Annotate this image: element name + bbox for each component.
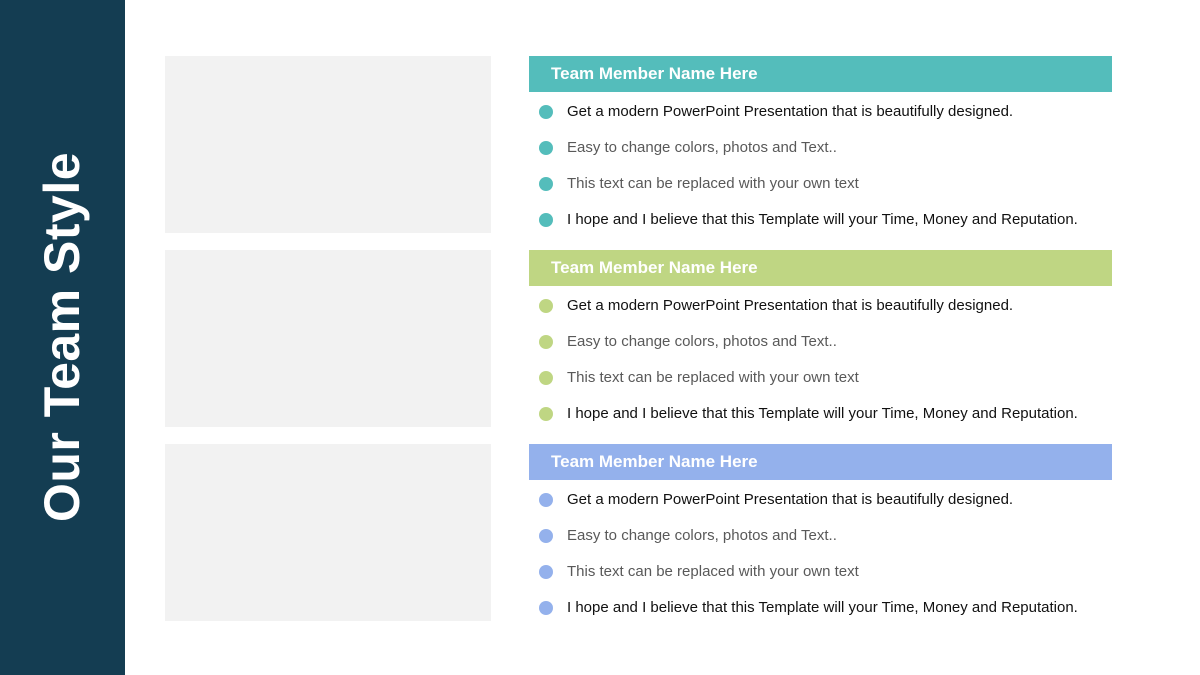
bullet-dot-icon: [539, 493, 553, 507]
bullet-dot-icon: [539, 299, 553, 313]
bullet-dot-icon: [539, 141, 553, 155]
bullet-item: Easy to change colors, photos and Text..: [539, 333, 1078, 369]
bullet-text: This text can be replaced with your own …: [567, 563, 859, 580]
bullet-dot-icon: [539, 407, 553, 421]
bullet-dot-icon: [539, 565, 553, 579]
bullet-dot-icon: [539, 105, 553, 119]
member-name-bar: Team Member Name Here: [529, 250, 1112, 286]
member-name-bar: Team Member Name Here: [529, 444, 1112, 480]
bullet-dot-icon: [539, 335, 553, 349]
bullet-text: Easy to change colors, photos and Text..: [567, 139, 837, 156]
bullet-item: This text can be replaced with your own …: [539, 563, 1078, 599]
member-photo-placeholder[interactable]: [165, 56, 491, 233]
bullet-text: This text can be replaced with your own …: [567, 175, 859, 192]
member-name-bar: Team Member Name Here: [529, 56, 1112, 92]
bullet-item: I hope and I believe that this Template …: [539, 405, 1078, 441]
member-bullet-list: Get a modern PowerPoint Presentation tha…: [539, 297, 1078, 441]
team-member-card: Team Member Name Here Get a modern Power…: [0, 250, 1200, 428]
member-bullet-list: Get a modern PowerPoint Presentation tha…: [539, 491, 1078, 635]
bullet-text: Get a modern PowerPoint Presentation tha…: [567, 297, 1014, 314]
bullet-item: Get a modern PowerPoint Presentation tha…: [539, 297, 1078, 333]
bullet-dot-icon: [539, 371, 553, 385]
bullet-item: Get a modern PowerPoint Presentation tha…: [539, 103, 1078, 139]
team-member-card: Team Member Name Here Get a modern Power…: [0, 56, 1200, 234]
bullet-dot-icon: [539, 213, 553, 227]
bullet-text: I hope and I believe that this Template …: [567, 211, 1078, 228]
team-member-card: Team Member Name Here Get a modern Power…: [0, 444, 1200, 622]
bullet-item: I hope and I believe that this Template …: [539, 599, 1078, 635]
member-photo-placeholder[interactable]: [165, 444, 491, 621]
bullet-text: Get a modern PowerPoint Presentation tha…: [567, 491, 1014, 508]
member-bullet-list: Get a modern PowerPoint Presentation tha…: [539, 103, 1078, 247]
bullet-item: I hope and I believe that this Template …: [539, 211, 1078, 247]
bullet-dot-icon: [539, 601, 553, 615]
bullet-dot-icon: [539, 529, 553, 543]
bullet-item: Get a modern PowerPoint Presentation tha…: [539, 491, 1078, 527]
bullet-item: This text can be replaced with your own …: [539, 369, 1078, 405]
member-photo-placeholder[interactable]: [165, 250, 491, 427]
bullet-item: This text can be replaced with your own …: [539, 175, 1078, 211]
bullet-text: I hope and I believe that this Template …: [567, 405, 1078, 422]
bullet-item: Easy to change colors, photos and Text..: [539, 139, 1078, 175]
bullet-text: Get a modern PowerPoint Presentation tha…: [567, 103, 1014, 120]
bullet-text: Easy to change colors, photos and Text..: [567, 527, 837, 544]
bullet-text: This text can be replaced with your own …: [567, 369, 859, 386]
bullet-text: I hope and I believe that this Template …: [567, 599, 1078, 616]
bullet-text: Easy to change colors, photos and Text..: [567, 333, 837, 350]
bullet-dot-icon: [539, 177, 553, 191]
bullet-item: Easy to change colors, photos and Text..: [539, 527, 1078, 563]
